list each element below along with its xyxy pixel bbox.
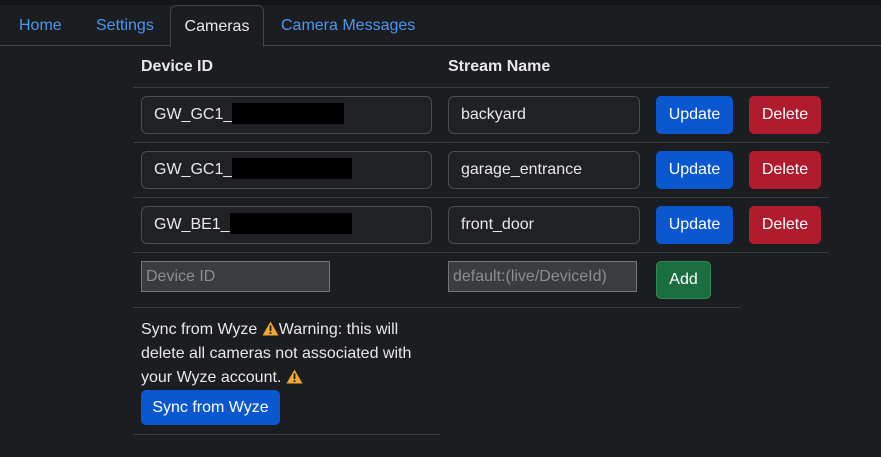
delete-button[interactable]: Delete bbox=[749, 96, 821, 134]
device-id-value: GW_BE1_ bbox=[154, 216, 230, 233]
update-button[interactable]: Update bbox=[656, 96, 733, 134]
delete-button[interactable]: Delete bbox=[749, 206, 821, 244]
sync-section: Sync from Wyze Warning: this will delete… bbox=[141, 318, 431, 390]
tab-cameras[interactable]: Cameras bbox=[170, 5, 264, 47]
new-device-id-input[interactable] bbox=[141, 261, 330, 292]
device-id-value: GW_GC1_ bbox=[154, 161, 233, 178]
device-id-field[interactable]: GW_GC1_ bbox=[141, 151, 432, 189]
update-button[interactable]: Update bbox=[656, 206, 733, 244]
table-divider bbox=[133, 252, 829, 253]
column-header-device-id: Device ID bbox=[141, 58, 214, 75]
table-divider bbox=[133, 307, 741, 308]
delete-button[interactable]: Delete bbox=[749, 151, 821, 189]
table-divider bbox=[133, 434, 440, 435]
stream-name-field[interactable]: backyard bbox=[448, 96, 640, 134]
stream-name-field[interactable]: garage_entrance bbox=[448, 151, 640, 189]
table-divider bbox=[133, 87, 829, 88]
warning-icon bbox=[286, 369, 303, 384]
tab-settings[interactable]: Settings bbox=[96, 5, 154, 46]
add-button[interactable]: Add bbox=[656, 261, 711, 299]
column-header-stream-name: Stream Name bbox=[448, 58, 551, 75]
tab-camera-messages[interactable]: Camera Messages bbox=[281, 5, 415, 46]
redaction-bar bbox=[229, 212, 352, 234]
redaction-bar bbox=[232, 157, 353, 179]
warning-icon bbox=[262, 321, 279, 336]
stream-name-field[interactable]: front_door bbox=[448, 206, 640, 244]
table-divider bbox=[133, 142, 829, 143]
table-divider bbox=[133, 197, 829, 198]
device-id-field[interactable]: GW_GC1_ bbox=[141, 96, 432, 134]
update-button[interactable]: Update bbox=[656, 151, 733, 189]
new-stream-name-input[interactable] bbox=[448, 261, 637, 292]
redaction-bar bbox=[232, 102, 345, 124]
sync-label: Sync from Wyze bbox=[141, 321, 258, 338]
tab-home[interactable]: Home bbox=[19, 5, 62, 46]
device-id-value: GW_GC1_ bbox=[154, 106, 233, 123]
sync-from-wyze-button[interactable]: Sync from Wyze bbox=[141, 390, 280, 425]
device-id-field[interactable]: GW_BE1_ bbox=[141, 206, 432, 244]
nav-tabs: Home Settings Cameras Camera Messages bbox=[0, 5, 881, 47]
